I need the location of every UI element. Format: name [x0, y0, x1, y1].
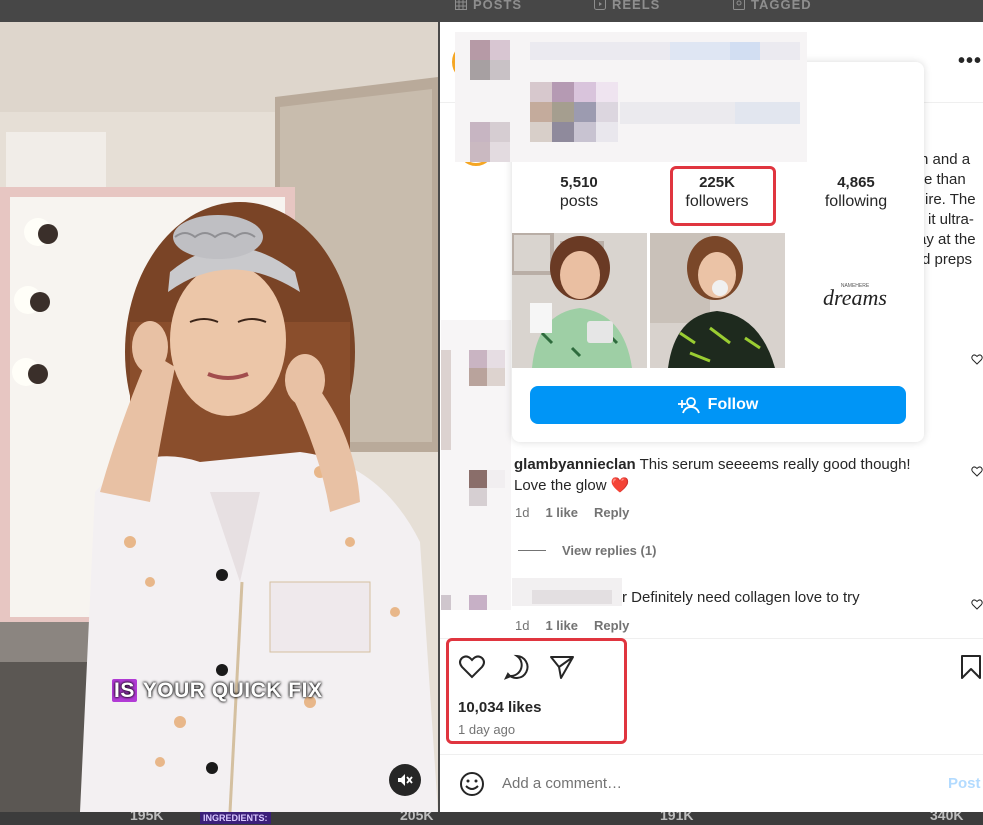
comment-like-icon[interactable]	[971, 465, 983, 477]
description-line: ire. The	[925, 191, 976, 208]
tab-tagged[interactable]: TAGGED	[733, 0, 812, 12]
comment-body: r Definitely need collagen love to try	[622, 589, 860, 606]
description-line: d preps	[922, 251, 973, 268]
follow-button[interactable]: Follow	[530, 386, 906, 424]
tab-reels-label: REELS	[612, 0, 661, 12]
divider	[518, 550, 546, 551]
reel-view-count[interactable]: 205K	[400, 812, 433, 823]
reply-button[interactable]: Reply	[594, 618, 629, 633]
reel-view-count[interactable]: 191K	[660, 812, 693, 823]
blurred-username	[512, 578, 622, 606]
tagged-icon	[733, 0, 745, 10]
comment-username[interactable]: glambyannieclan	[514, 456, 636, 473]
comment-body-line2: Love the glow	[514, 476, 607, 494]
comment-text: r Definitely need collagen love to try	[622, 588, 860, 609]
reply-button[interactable]: Reply	[594, 505, 629, 520]
description-line: ay at the	[918, 231, 976, 248]
heart-emoji: ❤️	[610, 476, 630, 494]
tab-posts-label: POSTS	[473, 0, 523, 12]
thumbnail-image: NAMEHERE dreams	[788, 233, 923, 368]
caption-text: YOUR QUICK FIX	[136, 679, 323, 702]
comment-likes[interactable]: 1 like	[545, 505, 578, 520]
blurred-profile-header	[455, 32, 807, 162]
comment-like-icon[interactable]	[971, 598, 983, 610]
view-replies-button[interactable]: View replies (1)	[518, 543, 656, 558]
reel-view-count[interactable]: 195K	[130, 812, 163, 823]
bookmark-icon[interactable]	[957, 653, 983, 681]
comment-likes[interactable]: 1 like	[545, 618, 578, 633]
stat-number: 5,510	[560, 174, 598, 191]
reel-tag: INGREDIENTS:	[200, 812, 271, 824]
stat-number: 4,865	[837, 174, 875, 191]
highlight-box-followers	[670, 166, 776, 226]
comment-text: glambyannieclan This serum seeeems reall…	[514, 455, 911, 496]
comment-time: 1d	[515, 505, 530, 520]
comment-time: 1d	[515, 618, 530, 633]
emoji-icon[interactable]	[458, 770, 486, 798]
mute-button[interactable]	[389, 764, 421, 796]
comment-meta: 1d 1 like Reply	[515, 618, 629, 633]
reels-icon	[594, 0, 606, 10]
speaker-muted-icon	[398, 774, 413, 786]
description-line: e than	[924, 171, 966, 188]
blurred-comment-avatars	[441, 320, 511, 610]
comment-like-icon[interactable]	[971, 353, 983, 365]
thumbnail-image	[512, 233, 647, 368]
stat-label: following	[824, 193, 888, 210]
tab-tagged-label: TAGGED	[751, 0, 812, 12]
description-line: it ultra-	[928, 211, 974, 228]
post-comment-button[interactable]: Post	[948, 775, 981, 792]
reel-view-count[interactable]: 340K	[930, 812, 963, 823]
follow-label: Follow	[707, 396, 759, 413]
reel-video[interactable]: IS YOUR QUICK FIX	[0, 22, 438, 812]
highlight-box-actions	[446, 638, 627, 744]
profile-thumbnail[interactable]	[650, 233, 785, 368]
comment-input[interactable]: Add a comment…	[502, 775, 622, 792]
add-person-icon	[677, 397, 700, 414]
view-replies-label: View replies (1)	[562, 543, 657, 558]
more-options-button[interactable]: •••	[958, 50, 982, 73]
stat-label: posts	[559, 193, 599, 210]
stat-posts: 5,510 posts	[514, 174, 644, 211]
grid-icon	[455, 0, 467, 10]
description-line: n and a	[920, 151, 971, 168]
comment-meta: 1d 1 like Reply	[515, 505, 629, 520]
profile-thumbnail[interactable]: NAMEHERE dreams	[788, 233, 923, 368]
caption-highlight: IS	[112, 679, 137, 702]
stat-following[interactable]: 4,865 following	[791, 174, 921, 211]
profile-thumbnail[interactable]	[512, 233, 647, 368]
tab-posts[interactable]: POSTS	[455, 0, 522, 12]
profile-tabs-strip: POSTS REELS TAGGED	[0, 0, 983, 22]
comment-body: This serum seeeems really good though!	[639, 456, 911, 473]
profile-grid-strip: 195K INGREDIENTS: 205K 191K 340K	[0, 812, 983, 825]
brand-text: dreams	[823, 285, 887, 310]
video-caption: IS YOUR QUICK FIX	[112, 679, 322, 703]
tab-reels[interactable]: REELS	[594, 0, 660, 12]
thumbnail-image	[650, 233, 785, 368]
